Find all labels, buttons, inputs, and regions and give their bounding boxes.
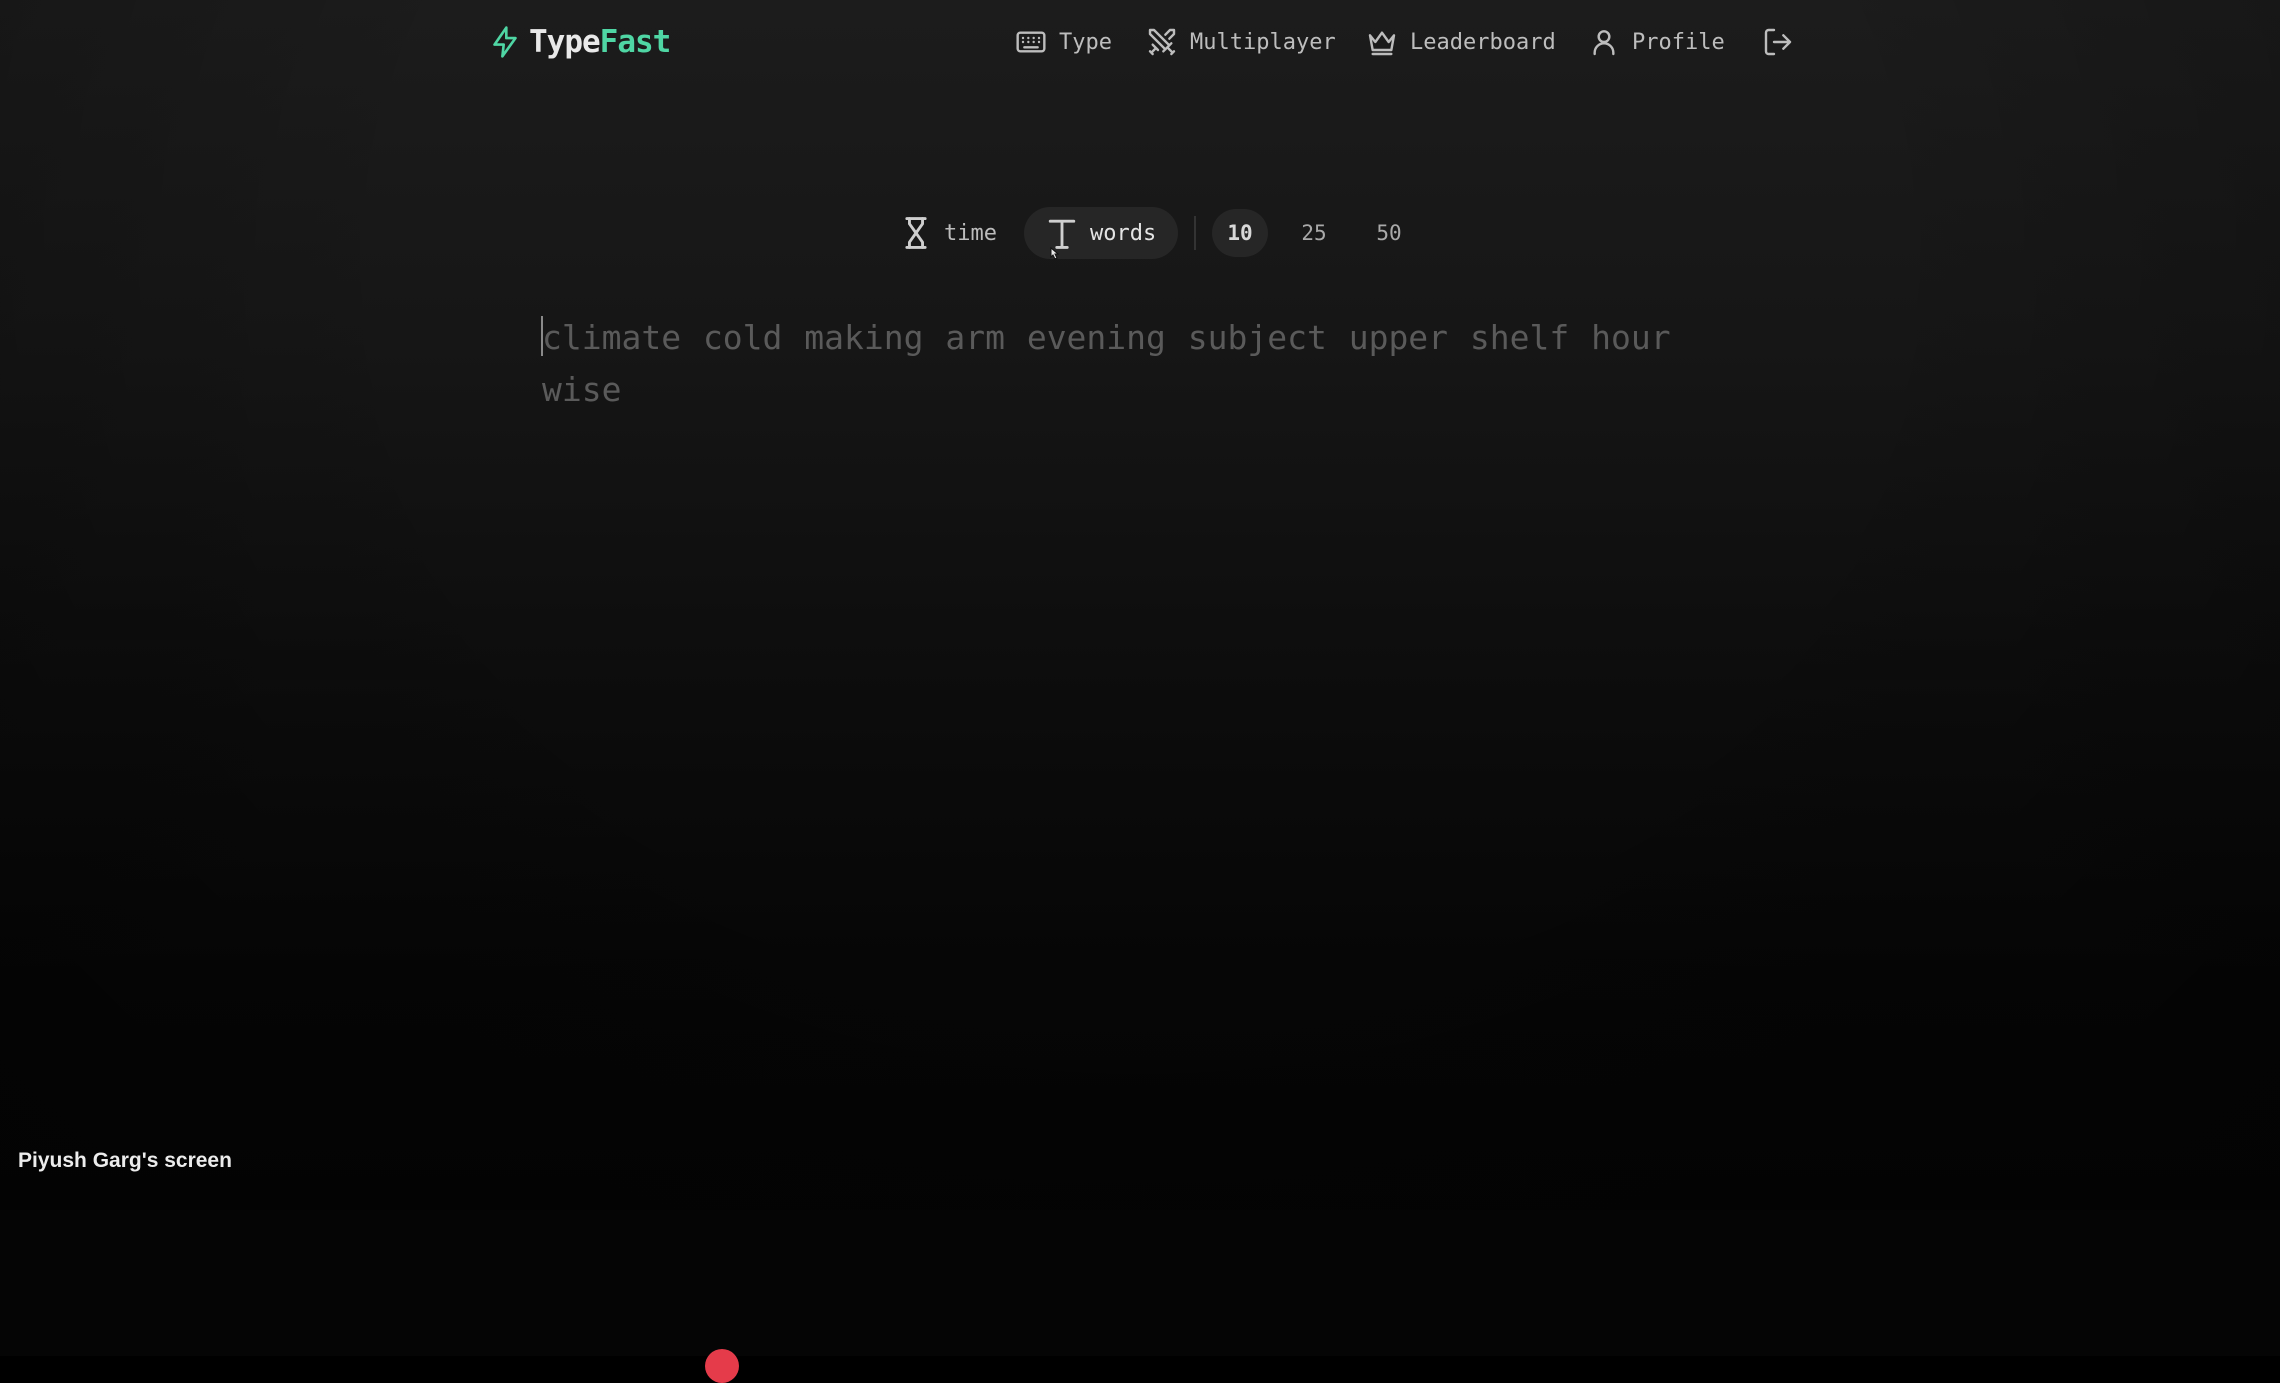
swords-icon xyxy=(1148,28,1176,56)
nav-profile-label: Profile xyxy=(1632,29,1725,55)
brand-name: TypeFast xyxy=(529,24,672,60)
user-icon xyxy=(1593,30,1615,56)
mode-time-button[interactable]: time xyxy=(878,207,1019,259)
bottom-panel xyxy=(0,1210,2280,1356)
word-count-25-button[interactable]: 25 xyxy=(1286,209,1342,257)
nav-multiplayer-label: Multiplayer xyxy=(1190,29,1336,55)
brand-name-type: Type xyxy=(529,24,601,60)
record-indicator-icon xyxy=(705,1349,739,1383)
background-vignette xyxy=(0,0,2280,1210)
crown-icon xyxy=(1368,31,1396,56)
bolt-icon xyxy=(493,26,517,58)
mouse-pointer-icon xyxy=(1050,246,1060,260)
nav-type-label: Type xyxy=(1059,29,1112,55)
word-count-50-button[interactable]: 50 xyxy=(1361,209,1417,257)
nav-profile-link[interactable]: Profile xyxy=(1588,22,1725,62)
mode-time-label: time xyxy=(944,220,997,246)
word-count-10-button[interactable]: 10 xyxy=(1212,209,1268,257)
nav-leaderboard-link[interactable]: Leaderboard xyxy=(1366,22,1556,62)
nav-leaderboard-label: Leaderboard xyxy=(1410,29,1556,55)
logout-button[interactable] xyxy=(1762,22,1794,62)
typing-test-words[interactable]: climate cold making arm evening subject … xyxy=(542,312,1702,416)
nav-multiplayer-link[interactable]: Multiplayer xyxy=(1146,22,1336,62)
nav-type-link[interactable]: Type xyxy=(1015,22,1112,62)
brand-name-fast: Fast xyxy=(599,24,672,60)
keyboard-icon xyxy=(1016,31,1046,53)
screen-share-label: Piyush Garg's screen xyxy=(18,1149,232,1172)
hourglass-icon xyxy=(905,217,927,249)
mode-divider xyxy=(1194,216,1196,250)
brand-logo[interactable]: TypeFast xyxy=(489,22,672,62)
mode-words-label: words xyxy=(1090,220,1157,246)
logout-icon xyxy=(1764,28,1792,56)
text-icon xyxy=(1048,219,1076,249)
typing-app: TypeFast Type Multiplayer Leaderboard Pr… xyxy=(0,0,2280,1210)
